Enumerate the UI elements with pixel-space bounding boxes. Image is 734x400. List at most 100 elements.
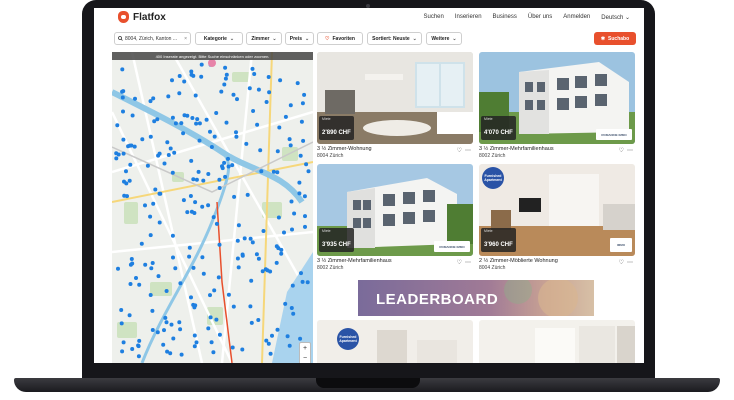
map-marker[interactable] (137, 338, 142, 343)
map-marker[interactable] (255, 122, 260, 127)
map-marker[interactable] (150, 328, 155, 332)
zoom-out-button[interactable]: − (303, 355, 307, 362)
map-marker[interactable] (232, 194, 237, 199)
map-marker[interactable] (217, 332, 222, 337)
map-marker[interactable] (208, 293, 212, 298)
map-marker[interactable] (288, 103, 293, 108)
map-marker[interactable] (212, 288, 217, 293)
map-marker[interactable] (190, 116, 195, 120)
map-marker[interactable] (193, 303, 198, 308)
map-marker[interactable] (289, 199, 294, 204)
map-marker[interactable] (268, 351, 273, 356)
map-marker[interactable] (250, 240, 255, 245)
map-marker[interactable] (170, 115, 175, 120)
listing-photo[interactable]: Furnished Apartment Miete 3'960 CHF IMMO (479, 164, 635, 256)
map-marker[interactable] (206, 203, 211, 208)
map-marker[interactable] (303, 224, 307, 229)
map-marker[interactable] (178, 281, 183, 286)
map-marker[interactable] (256, 87, 261, 92)
map-marker[interactable] (288, 143, 293, 148)
map-marker[interactable] (201, 178, 206, 183)
map-marker[interactable] (299, 271, 303, 276)
map-marker[interactable] (194, 177, 199, 182)
map-marker[interactable] (297, 180, 302, 185)
map-marker[interactable] (208, 315, 213, 320)
map-marker[interactable] (250, 66, 255, 71)
zoom-in-button[interactable]: + (303, 345, 307, 352)
map-marker[interactable] (249, 320, 254, 325)
map-marker[interactable] (217, 242, 222, 247)
map-marker[interactable] (196, 169, 201, 174)
map-marker[interactable] (304, 162, 309, 167)
map-marker[interactable] (285, 334, 290, 339)
map-marker[interactable] (248, 236, 253, 241)
map-marker[interactable] (283, 301, 288, 306)
map-marker[interactable] (236, 223, 241, 228)
suchabo-button[interactable]: ✱ Suchabo (594, 32, 636, 45)
map-marker[interactable] (283, 114, 288, 119)
map-marker[interactable] (187, 245, 192, 250)
map-marker[interactable] (236, 265, 241, 270)
filter-preis[interactable]: Preis ⌄ (285, 32, 314, 45)
map-marker[interactable] (259, 169, 264, 174)
map-marker[interactable] (193, 93, 198, 98)
listing-photo[interactable]: Miete 3'935 CHF ROMANDIE IMMO (317, 164, 473, 256)
map-marker[interactable] (121, 137, 126, 142)
map-marker[interactable] (128, 162, 133, 167)
map-marker[interactable] (164, 289, 169, 293)
map-marker[interactable] (235, 256, 240, 261)
map-marker[interactable] (166, 94, 171, 99)
map-marker[interactable] (270, 333, 274, 338)
map-marker[interactable] (179, 121, 184, 126)
map-marker[interactable] (188, 194, 193, 198)
map-marker[interactable] (223, 65, 228, 70)
map-marker[interactable] (149, 266, 154, 271)
map-marker[interactable] (187, 254, 192, 259)
map-marker[interactable] (122, 179, 126, 184)
map-marker[interactable] (191, 265, 196, 270)
map-marker[interactable] (256, 318, 261, 322)
map-marker[interactable] (171, 255, 175, 260)
map-marker[interactable] (256, 256, 261, 261)
map-marker[interactable] (278, 78, 283, 83)
map-marker[interactable] (189, 295, 193, 300)
map-marker[interactable] (133, 96, 137, 101)
map-marker[interactable] (194, 340, 199, 345)
filter-favoriten[interactable]: ♡ Favoriten (317, 32, 363, 45)
map-marker[interactable] (212, 134, 217, 139)
map-marker[interactable] (168, 146, 173, 151)
map-marker[interactable] (249, 278, 254, 283)
map-marker[interactable] (231, 304, 236, 309)
map-marker[interactable] (264, 338, 269, 343)
map-marker[interactable] (206, 326, 211, 331)
listing-photo[interactable]: Miete 4'070 CHF ROMANDIE IMMO (479, 52, 635, 144)
map-marker[interactable] (119, 308, 124, 312)
map-marker[interactable] (300, 101, 305, 106)
map-marker[interactable] (298, 153, 303, 158)
map-marker[interactable] (136, 354, 141, 359)
map-marker[interactable] (129, 143, 134, 148)
listing-card[interactable]: Furnished Apartment (317, 320, 473, 363)
map-marker[interactable] (185, 113, 190, 118)
listing-card[interactable]: Miete 2'890 CHF 3 ½ Zimmer-Wohnung 8004 … (317, 52, 473, 164)
map-marker[interactable] (178, 327, 183, 332)
map-marker[interactable] (130, 113, 135, 118)
map-marker[interactable] (200, 255, 205, 260)
map-canvas[interactable] (112, 52, 313, 363)
map-marker[interactable] (266, 75, 271, 79)
map-marker[interactable] (191, 177, 196, 182)
listing-card[interactable]: Miete 3'935 CHF ROMANDIE IMMO 3 ½ Zimmer… (317, 164, 473, 276)
map-marker[interactable] (195, 117, 200, 122)
map-marker[interactable] (139, 241, 144, 246)
map-marker[interactable] (162, 328, 166, 333)
map-marker[interactable] (189, 158, 194, 163)
listing-card[interactable]: Furnished Apartment Miete 3'960 CHF IMMO… (479, 164, 635, 276)
map-marker[interactable] (244, 141, 249, 146)
map-marker[interactable] (129, 257, 134, 261)
heart-icon[interactable]: ♡ (619, 259, 624, 266)
map-marker[interactable] (134, 276, 138, 280)
map-marker[interactable] (179, 352, 184, 357)
leaderboard-ad[interactable]: LEADERBOARD (358, 280, 594, 316)
map-marker[interactable] (234, 134, 239, 139)
map-marker[interactable] (157, 151, 162, 156)
